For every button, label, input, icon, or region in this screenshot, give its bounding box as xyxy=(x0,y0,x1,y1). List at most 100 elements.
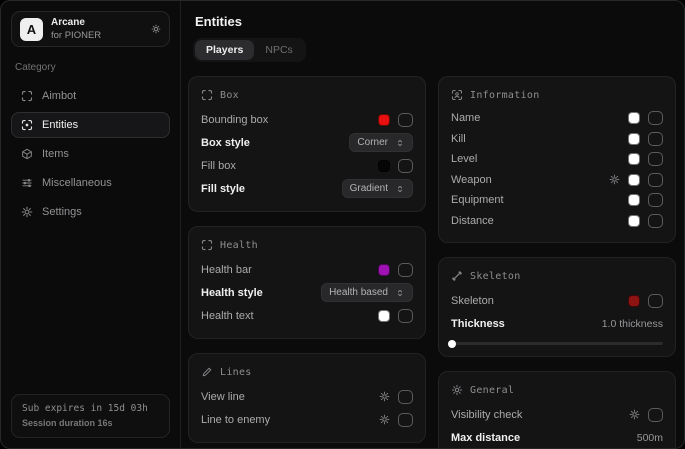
thickness-slider[interactable] xyxy=(451,342,663,345)
pencil-icon xyxy=(201,366,213,378)
row-label: View line xyxy=(201,391,245,403)
sidebar-item-label: Settings xyxy=(42,206,82,218)
fill-box-row: Fill box xyxy=(201,154,413,177)
level-row: Level xyxy=(451,149,663,170)
dropdown-value: Health based xyxy=(329,287,388,298)
row-label: Health bar xyxy=(201,264,252,276)
sidebar-item-miscellaneous[interactable]: Miscellaneous xyxy=(11,170,170,196)
skeleton-color-swatch[interactable] xyxy=(628,295,640,307)
information-card-header: Information xyxy=(451,89,663,101)
max-distance-row: Max distance 500m xyxy=(451,426,663,449)
health-card-header: Health xyxy=(201,239,413,251)
equipment-checkbox[interactable] xyxy=(648,193,663,207)
distance-color-swatch[interactable] xyxy=(628,215,640,227)
visibility-check-row: Visibility check xyxy=(451,403,663,426)
gear-icon[interactable] xyxy=(629,409,640,420)
line-to-enemy-checkbox[interactable] xyxy=(398,413,413,427)
category-label: Category xyxy=(15,62,166,73)
tab-npcs[interactable]: NPCs xyxy=(254,40,303,60)
settings-columns: Box Bounding box Box style Corner xyxy=(188,76,676,449)
unfold-icon xyxy=(395,184,405,194)
row-label: Visibility check xyxy=(451,409,522,421)
box-card: Box Bounding box Box style Corner xyxy=(188,76,426,212)
unfold-icon xyxy=(395,138,405,148)
row-label: Max distance xyxy=(451,432,520,444)
health-style-dropdown[interactable]: Health based xyxy=(321,283,413,302)
name-color-swatch[interactable] xyxy=(628,112,640,124)
card-title: Health xyxy=(220,240,258,251)
distance-checkbox[interactable] xyxy=(648,214,663,228)
row-label: Level xyxy=(451,153,477,165)
fill-box-color-swatch[interactable] xyxy=(378,160,390,172)
tab-players[interactable]: Players xyxy=(195,40,254,60)
scan-icon xyxy=(21,119,33,131)
bone-icon xyxy=(451,270,463,282)
box-style-dropdown[interactable]: Corner xyxy=(349,133,413,152)
slider-thumb[interactable] xyxy=(448,340,456,348)
health-card: Health Health bar Health style Health ba… xyxy=(188,226,426,339)
row-label: Fill box xyxy=(201,160,236,172)
view-line-row: View line xyxy=(201,385,413,408)
name-checkbox[interactable] xyxy=(648,111,663,125)
sun-icon xyxy=(451,384,463,396)
kill-color-swatch[interactable] xyxy=(628,133,640,145)
card-title: Box xyxy=(220,90,239,101)
row-label: Skeleton xyxy=(451,295,494,307)
bounding-box-checkbox[interactable] xyxy=(398,113,413,127)
fill-style-row: Fill style Gradient xyxy=(201,177,413,200)
fill-style-dropdown[interactable]: Gradient xyxy=(342,179,413,198)
row-label: Health style xyxy=(201,287,263,299)
equipment-row: Equipment xyxy=(451,190,663,211)
row-label: Kill xyxy=(451,133,466,145)
slider-fill xyxy=(451,342,452,345)
weapon-checkbox[interactable] xyxy=(648,173,663,187)
row-label: Thickness xyxy=(451,318,505,330)
kill-row: Kill xyxy=(451,129,663,150)
level-color-swatch[interactable] xyxy=(628,153,640,165)
weapon-color-swatch[interactable] xyxy=(628,174,640,186)
health-text-checkbox[interactable] xyxy=(398,309,413,323)
view-line-checkbox[interactable] xyxy=(398,390,413,404)
entity-tabs: Players NPCs xyxy=(193,38,306,62)
sidebar-item-items[interactable]: Items xyxy=(11,141,170,167)
gear-icon[interactable] xyxy=(379,391,390,402)
distance-row: Distance xyxy=(451,211,663,232)
sidebar: A Arcane for PIONER Category Aimbot Enti… xyxy=(1,1,181,448)
health-text-color-swatch[interactable] xyxy=(378,310,390,322)
health-bar-color-swatch[interactable] xyxy=(378,264,390,276)
gear-icon[interactable] xyxy=(379,414,390,425)
skeleton-checkbox[interactable] xyxy=(648,294,663,308)
health-style-row: Health style Health based xyxy=(201,281,413,304)
brand-logo: A xyxy=(20,18,43,41)
row-label: Fill style xyxy=(201,183,245,195)
sidebar-item-label: Aimbot xyxy=(42,90,76,102)
skeleton-card: Skeleton Skeleton Thickness 1.0 thicknes… xyxy=(438,257,676,357)
kill-checkbox[interactable] xyxy=(648,132,663,146)
level-checkbox[interactable] xyxy=(648,152,663,166)
information-card: Information Name Kill xyxy=(438,76,676,243)
health-text-row: Health text xyxy=(201,304,413,327)
right-column: Information Name Kill xyxy=(438,76,676,449)
brand-text: Arcane for PIONER xyxy=(51,17,143,41)
sidebar-item-aimbot[interactable]: Aimbot xyxy=(11,83,170,109)
row-label: Box style xyxy=(201,137,250,149)
bounding-box-color-swatch[interactable] xyxy=(378,114,390,126)
gear-icon[interactable] xyxy=(609,174,620,185)
fill-box-checkbox[interactable] xyxy=(398,159,413,173)
sidebar-item-entities[interactable]: Entities xyxy=(11,112,170,138)
sidebar-item-settings[interactable]: Settings xyxy=(11,199,170,225)
bounding-box-row: Bounding box xyxy=(201,108,413,131)
unfold-icon xyxy=(395,288,405,298)
row-label: Distance xyxy=(451,215,494,227)
health-bar-checkbox[interactable] xyxy=(398,263,413,277)
card-title: General xyxy=(470,385,514,396)
name-row: Name xyxy=(451,108,663,129)
equipment-color-swatch[interactable] xyxy=(628,194,640,206)
card-title: Information xyxy=(470,90,540,101)
lines-card: Lines View line Line to enemy xyxy=(188,353,426,443)
general-card: General Visibility check Max distance 50… xyxy=(438,371,676,449)
viewfinder-icon xyxy=(201,89,213,101)
visibility-check-checkbox[interactable] xyxy=(648,408,663,422)
row-label: Bounding box xyxy=(201,114,268,126)
gear-icon[interactable] xyxy=(151,24,161,34)
